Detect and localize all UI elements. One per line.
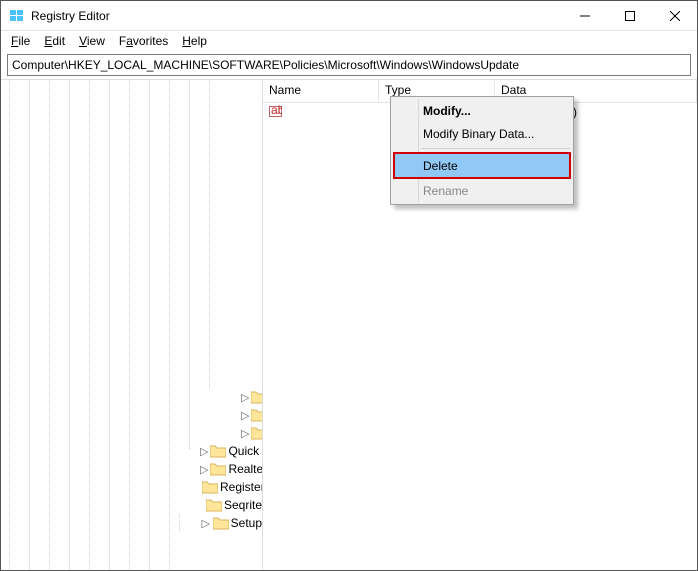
folder-icon	[251, 426, 262, 440]
content-area: Appx▷BITS▷CurrentVersion▷DataCollection▷…	[1, 79, 697, 570]
string-value-icon: ab	[269, 105, 282, 118]
tree-item[interactable]: ▷ Quick Heal	[1, 442, 262, 460]
tree-item[interactable]: Seqrite	[1, 496, 262, 514]
tree-item[interactable]: RegisteredApplications	[1, 478, 262, 496]
tree-item[interactable]: ▷DriverSearching	[1, 154, 262, 172]
tree-item[interactable]: ▷safer	[1, 262, 262, 280]
tree-item[interactable]: ▷Windows NT	[1, 424, 262, 442]
tree-item[interactable]: ▷WcmSvc	[1, 334, 262, 352]
tree-item[interactable]: ▷BITS	[1, 100, 262, 118]
folder-icon	[210, 444, 226, 458]
menu-view[interactable]: View	[73, 33, 111, 49]
folder-icon	[210, 462, 226, 476]
tree-item[interactable]: ▷WorkplaceJoin	[1, 352, 262, 370]
maximize-button[interactable]	[607, 1, 652, 30]
tree-item[interactable]: Appx	[1, 82, 262, 100]
tree-label: Seqrite	[224, 498, 262, 512]
folder-icon	[202, 480, 218, 494]
app-icon	[9, 8, 25, 24]
tree-item[interactable]: ▷ Realtek	[1, 460, 262, 478]
folder-icon	[206, 498, 222, 512]
close-button[interactable]	[652, 1, 697, 30]
expand-icon[interactable]: ▷	[200, 445, 208, 457]
menu-edit[interactable]: Edit	[38, 33, 71, 49]
tree-label: Setup	[231, 516, 262, 530]
tree-item[interactable]: System	[1, 298, 262, 316]
titlebar: Registry Editor	[1, 1, 697, 31]
cm-delete[interactable]: Delete	[393, 152, 571, 179]
expand-icon[interactable]: ▷	[241, 409, 249, 421]
value-name-cell: ab	[263, 105, 379, 118]
address-bar[interactable]: Computer\HKEY_LOCAL_MACHINE\SOFTWARE\Pol…	[7, 54, 691, 76]
cm-modify-binary[interactable]: Modify Binary Data...	[393, 122, 571, 145]
tree-item[interactable]: ▷NetworkProvider	[1, 244, 262, 262]
tree-item[interactable]: ▷Windows Defender	[1, 406, 262, 424]
folder-icon	[251, 408, 262, 422]
window-title: Registry Editor	[31, 9, 562, 23]
tree-item[interactable]: SettingSync	[1, 280, 262, 298]
tree-label: RegisteredApplications	[220, 480, 262, 494]
tree-item[interactable]: ▷Windows Advanced Threat Protection	[1, 388, 262, 406]
tree-item[interactable]: ▷DataCollection	[1, 136, 262, 154]
menu-favorites[interactable]: Favorites	[113, 33, 174, 49]
menu-file[interactable]: File	[5, 33, 36, 49]
svg-text:ab: ab	[271, 105, 282, 117]
menu-help[interactable]: Help	[176, 33, 213, 49]
window-controls	[562, 1, 697, 30]
folder-icon	[251, 390, 262, 404]
expand-icon[interactable]: ▷	[241, 391, 249, 403]
tree-label: Realtek	[228, 462, 262, 476]
tree-item[interactable]: EnhancedStorageDevices	[1, 172, 262, 190]
context-menu: Modify... Modify Binary Data... Delete R…	[390, 96, 574, 205]
address-text: Computer\HKEY_LOCAL_MACHINE\SOFTWARE\Pol…	[12, 58, 519, 72]
menubar: File Edit View Favorites Help	[1, 31, 697, 51]
minimize-button[interactable]	[562, 1, 607, 30]
expand-icon[interactable]: ▷	[201, 517, 211, 529]
tree-item[interactable]: ▷NetworkConnectivityStatusIndicator	[1, 226, 262, 244]
cm-modify[interactable]: Modify...	[393, 99, 571, 122]
tree-item[interactable]: ▷ Setup	[1, 514, 262, 532]
tree-pane[interactable]: Appx▷BITS▷CurrentVersion▷DataCollection▷…	[1, 80, 263, 570]
tree-item[interactable]: WSDAPI	[1, 370, 262, 388]
expand-icon[interactable]: ▷	[200, 463, 208, 475]
registry-editor-window: Registry Editor File Edit View Favorites…	[0, 0, 698, 571]
expand-icon[interactable]: ▷	[241, 427, 249, 439]
tree-item[interactable]: ▷IPSec	[1, 190, 262, 208]
cm-rename[interactable]: Rename	[393, 179, 571, 202]
folder-icon	[213, 516, 229, 530]
tree-item[interactable]: ▷TenantRestrictions	[1, 316, 262, 334]
col-name[interactable]: Name	[263, 80, 379, 102]
tree-item[interactable]: ▷CurrentVersion	[1, 118, 262, 136]
tree-item[interactable]: ▷Network Connections	[1, 208, 262, 226]
tree-label: Quick Heal	[228, 444, 262, 458]
